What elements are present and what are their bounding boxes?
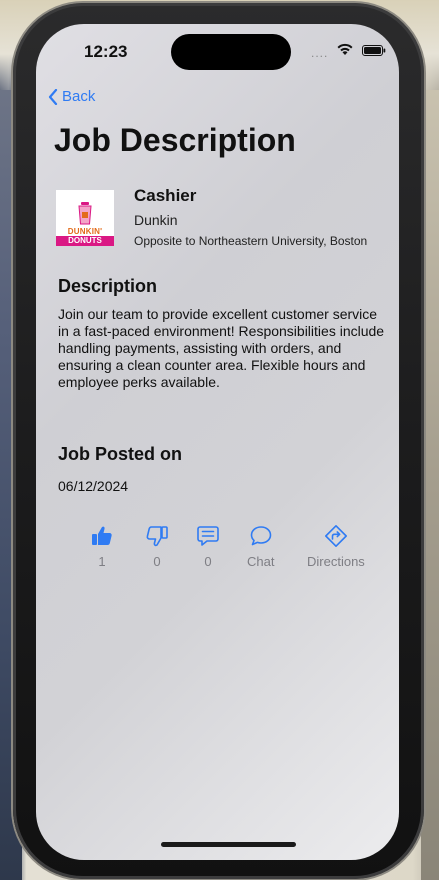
directions-icon xyxy=(324,525,347,547)
thumbs-up-icon xyxy=(92,526,112,545)
job-title: Cashier xyxy=(134,186,197,205)
dynamic-island xyxy=(171,34,291,70)
coffee-cup-icon xyxy=(78,202,92,225)
logo-text-dunkin: DUNKIN' xyxy=(67,227,103,236)
page-title: Job Description xyxy=(54,122,296,158)
description-heading: Description xyxy=(58,276,158,296)
dislike-button[interactable]: 0 xyxy=(145,524,169,569)
cellular-signal-icon: .... xyxy=(311,46,329,60)
wifi-icon xyxy=(337,43,353,55)
battery-icon xyxy=(362,45,386,56)
comments-button[interactable]: 0 xyxy=(196,524,220,569)
home-indicator[interactable] xyxy=(161,842,296,847)
like-button[interactable]: 1 xyxy=(90,524,114,569)
back-button[interactable]: Back xyxy=(48,88,95,105)
thumbs-down-icon xyxy=(146,526,168,547)
comment-icon xyxy=(197,526,219,546)
comment-count: 0 xyxy=(204,554,212,569)
directions-label: Directions xyxy=(307,554,365,569)
chevron-left-icon xyxy=(48,88,58,105)
company-logo: DUNKIN' DONUTS xyxy=(56,190,114,246)
posted-date: 06/12/2024 xyxy=(58,478,129,494)
directions-button[interactable]: Directions xyxy=(307,524,365,569)
logo-text-donuts: DONUTS xyxy=(56,236,114,246)
posted-heading: Job Posted on xyxy=(58,444,183,464)
status-time: 12:23 xyxy=(84,42,128,61)
phone-screen: 12:23 .... Back Job Description DUNKIN' xyxy=(36,24,399,860)
status-bar: 12:23 .... xyxy=(36,24,399,80)
dislike-count: 0 xyxy=(153,554,161,569)
chat-label: Chat xyxy=(247,554,275,569)
action-bar: 1 0 0 Chat Directions xyxy=(36,524,399,584)
chat-bubble-icon xyxy=(250,526,272,546)
company-name: Dunkin xyxy=(134,212,178,228)
like-count: 1 xyxy=(98,554,106,569)
chat-button[interactable]: Chat xyxy=(247,524,274,569)
job-location: Opposite to Northeastern University, Bos… xyxy=(134,234,368,248)
description-text: Join our team to provide excellent custo… xyxy=(58,306,385,390)
back-label: Back xyxy=(62,88,96,105)
